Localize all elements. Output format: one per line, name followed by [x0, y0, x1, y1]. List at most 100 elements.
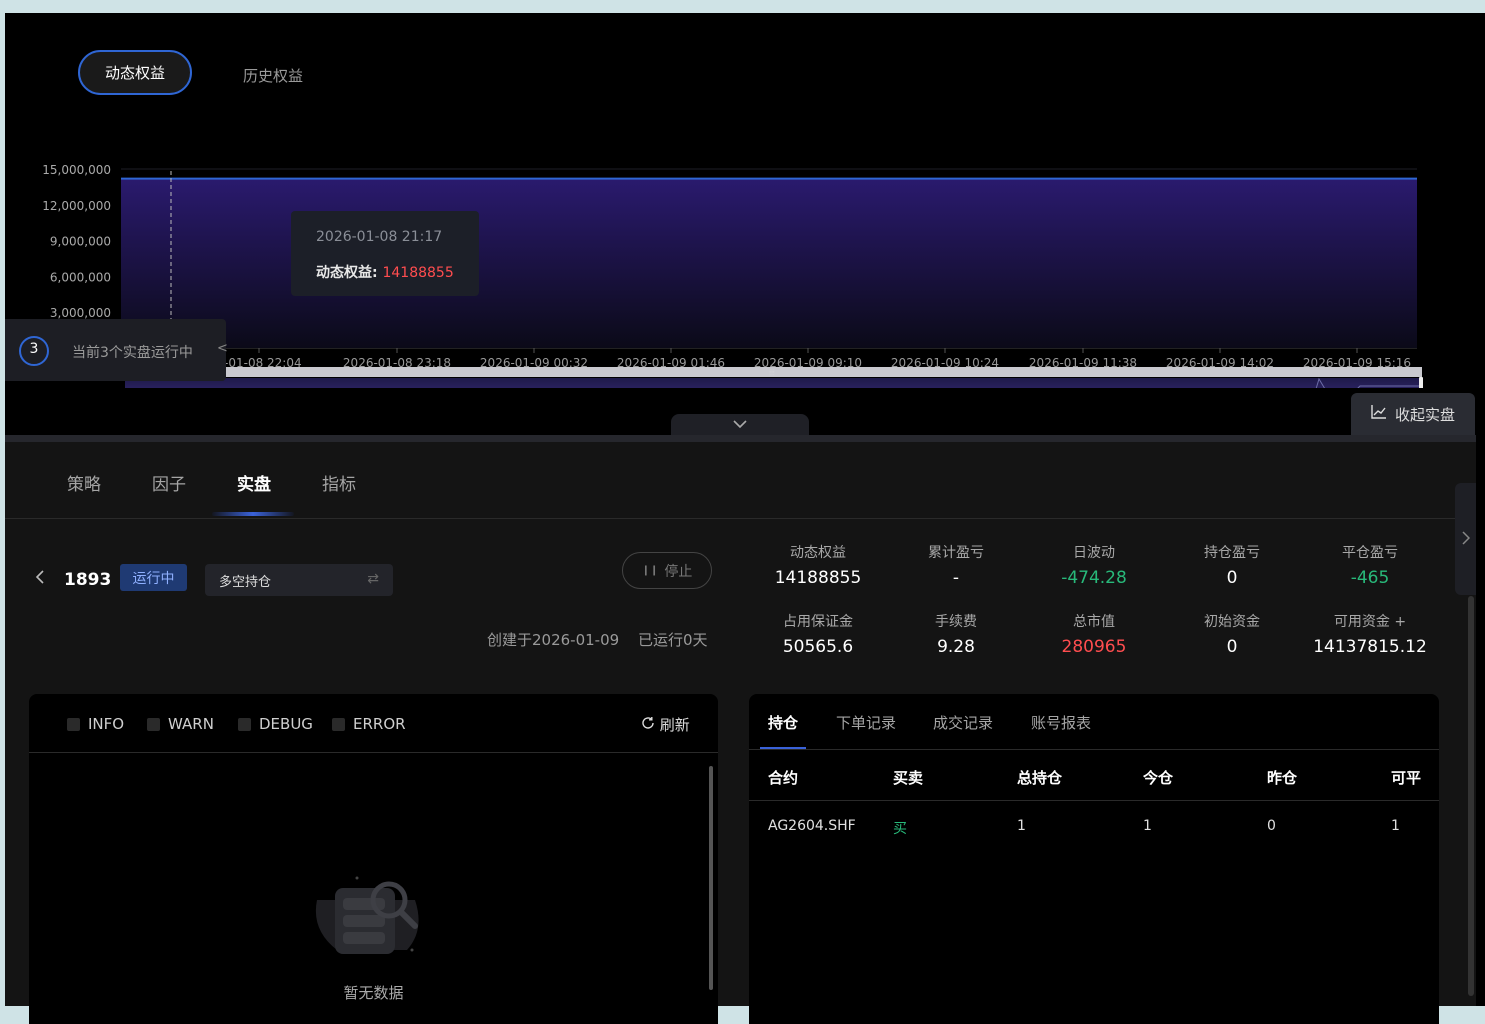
metric-item: 动态权益 14188855 — [753, 542, 883, 588]
metric-value: 14137815.12 — [1313, 637, 1427, 657]
cell-closable: 1 — [1391, 818, 1400, 834]
log-scrollbar[interactable] — [707, 756, 714, 996]
log-panel: INFO WARN DEBUG ERROR 刷新 暂无数据 — [29, 694, 718, 1024]
running-indicator[interactable]: 3 当前3个实盘运行中 < — [5, 319, 228, 381]
metric-value: 0 — [1226, 568, 1238, 588]
empty-data-text: 暂无数据 — [343, 984, 404, 1002]
tooltip-value: 14188855 — [382, 265, 454, 281]
y-tick-label: 9,000,000 — [50, 235, 111, 249]
fold-live-button[interactable]: 收起实盘 — [1351, 393, 1475, 435]
checkbox-box — [332, 717, 345, 731]
column-header: 总持仓 — [1017, 769, 1063, 787]
metric-item: 累计盈亏 - — [891, 542, 1021, 588]
mode-select-value: 多空持仓 — [219, 574, 272, 590]
tab-dynamic-equity[interactable]: 动态权益 — [78, 50, 192, 95]
metric-item: 手续费 9.28 — [891, 611, 1021, 657]
metric-label: 平仓盈亏 — [1342, 545, 1398, 561]
checkbox-box — [67, 717, 80, 731]
column-header: 今仓 — [1143, 769, 1174, 787]
side-panel-toggle[interactable] — [1455, 483, 1476, 595]
filter-error-checkbox[interactable]: ERROR — [332, 715, 406, 733]
checkbox-box — [238, 717, 251, 731]
metric-item: 初始资金 0 — [1167, 611, 1297, 657]
tab-factor[interactable]: 因子 — [152, 470, 186, 495]
tab-positions[interactable]: 持仓 — [768, 712, 798, 733]
filter-warn-checkbox[interactable]: WARN — [147, 715, 214, 733]
metric-label: 持仓盈亏 — [1204, 545, 1260, 561]
running-text: 当前3个实盘运行中 — [72, 345, 193, 361]
pause-icon: ❙❙ — [641, 565, 659, 576]
column-header: 合约 — [768, 769, 799, 787]
cell-contract: AG2604.SHF — [768, 818, 856, 834]
chevron-down-icon — [733, 417, 747, 433]
cell-total: 1 — [1017, 818, 1026, 834]
metric-value: 9.28 — [937, 637, 975, 657]
run-duration: 已运行0天 — [638, 631, 708, 649]
positions-table-header: 合约 买卖 总持仓 今仓 昨仓 可平 — [749, 749, 1439, 801]
page-scrollbar[interactable] — [1468, 596, 1474, 996]
metric-value: 50565.6 — [782, 637, 854, 657]
chevron-right-icon — [1461, 530, 1470, 549]
tab-history-equity[interactable]: 历史权益 — [243, 65, 303, 86]
cell-yesterday: 0 — [1267, 818, 1276, 834]
fold-live-label: 收起实盘 — [1394, 405, 1455, 424]
metric-item: 可用资金 + 14137815.12 — [1305, 611, 1435, 657]
panel-divider — [5, 435, 1476, 442]
metric-label: 累计盈亏 — [928, 545, 984, 561]
line-chart-icon — [1371, 405, 1387, 423]
main-tabs: 策略 因子 实盘 指标 — [5, 442, 1476, 519]
cell-side: 买 — [893, 821, 907, 837]
log-scrollbar-thumb[interactable] — [709, 766, 713, 990]
metric-item: 平仓盈亏 -465 — [1305, 542, 1435, 588]
metric-value: -465 — [1350, 568, 1390, 588]
metric-item: 总市值 280965 — [1029, 611, 1159, 657]
y-tick-label: 6,000,000 — [50, 270, 111, 284]
filter-warn-label: WARN — [168, 715, 214, 733]
tab-live[interactable]: 实盘 — [237, 470, 271, 495]
filter-error-label: ERROR — [353, 715, 406, 733]
metric-label: 初始资金 — [1204, 614, 1260, 630]
chart-collapse-toggle[interactable] — [671, 414, 809, 436]
swap-icon: ⇄ — [367, 571, 379, 587]
metric-label: 动态权益 — [790, 545, 846, 561]
metric-label: 日波动 — [1073, 545, 1115, 561]
metric-value: 14188855 — [774, 568, 862, 588]
mode-select[interactable]: 多空持仓 ⇄ — [205, 564, 393, 596]
filter-info-checkbox[interactable]: INFO — [67, 715, 124, 733]
tab-trades[interactable]: 成交记录 — [933, 712, 993, 733]
positions-panel: 持仓 下单记录 成交记录 账号报表 合约 买卖 总持仓 今仓 昨仓 可平 AG2… — [749, 694, 1439, 1024]
checkbox-box — [147, 717, 160, 731]
metric-item: 持仓盈亏 0 — [1167, 542, 1297, 588]
running-caret-icon[interactable]: < — [217, 341, 228, 356]
refresh-icon — [641, 716, 660, 734]
y-tick-label: 12,000,000 — [42, 199, 111, 213]
metric-label: 可用资金 + — [1333, 614, 1407, 630]
equity-chart-panel: 动态权益 历史权益 15,000,000 12,000,000 9,000,000 6… — [5, 13, 1476, 436]
strategy-id: 1893 — [64, 570, 112, 590]
chart-tooltip: 2026-01-08 21:17 动态权益: 14188855 — [291, 211, 479, 296]
tooltip-time: 2026-01-08 21:17 — [316, 229, 443, 245]
tab-orders[interactable]: 下单记录 — [836, 712, 896, 733]
refresh-label: 刷新 — [659, 716, 690, 734]
tab-account-report[interactable]: 账号报表 — [1031, 712, 1091, 733]
zoom-slider-preview — [125, 378, 1422, 388]
app-window: 动态权益 历史权益 15,000,000 12,000,000 9,000,000 6… — [5, 13, 1485, 1024]
filter-debug-checkbox[interactable]: DEBUG — [238, 715, 313, 733]
column-header: 昨仓 — [1267, 769, 1298, 787]
created-date: 创建于2026-01-09 — [487, 631, 620, 649]
metric-label: 总市值 — [1073, 614, 1115, 630]
tab-strategy[interactable]: 策略 — [67, 470, 101, 495]
tooltip-label: 动态权益: — [316, 265, 378, 281]
tab-indicator[interactable]: 指标 — [322, 470, 356, 495]
y-tick-label: 15,000,000 — [42, 163, 111, 177]
empty-data-icon — [307, 870, 427, 969]
refresh-button[interactable]: 刷新 — [641, 714, 690, 735]
metric-value: -474.28 — [1061, 568, 1127, 588]
log-filter-bar: INFO WARN DEBUG ERROR 刷新 — [29, 694, 718, 753]
back-chevron-icon[interactable] — [35, 569, 45, 590]
stop-button[interactable]: ❙❙ 停止 — [622, 552, 712, 589]
zoom-slider-grip[interactable]: ⦙⦙⦙ — [769, 368, 775, 377]
zoom-slider-handle[interactable] — [1419, 377, 1423, 388]
cell-today: 1 — [1143, 818, 1152, 834]
metric-value: - — [952, 568, 960, 588]
